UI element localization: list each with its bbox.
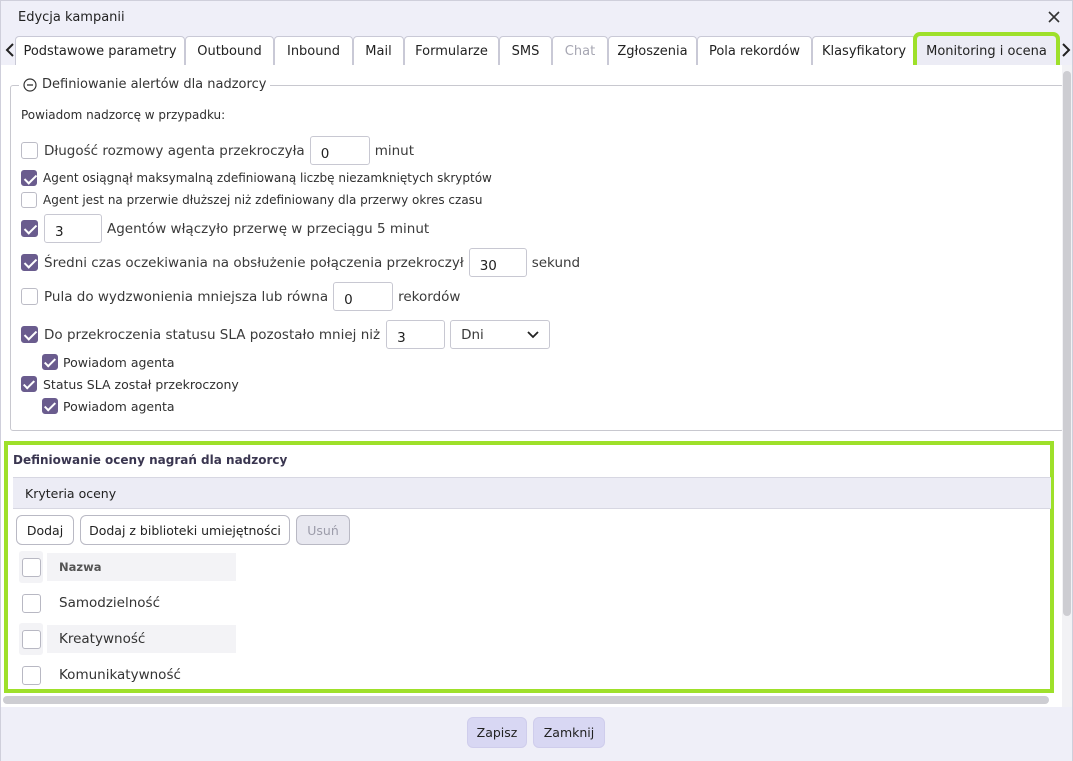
table-row[interactable]: Komunikatywność (19, 659, 236, 691)
row-checkbox-cell (19, 623, 43, 655)
criteria-header-label: Kryteria oceny (25, 486, 117, 501)
sla-exceeded-notify-label: Powiadom agenta (63, 398, 175, 414)
sla-unit-select[interactable]: Dni (450, 320, 551, 349)
row-checkbox-cell (19, 659, 43, 691)
tab-chat[interactable]: Chat (552, 36, 608, 65)
save-button[interactable]: Zapisz (467, 717, 527, 748)
sla-remaining-input[interactable] (386, 320, 446, 349)
tab-forms[interactable]: Formularze (404, 36, 499, 65)
grid-header-row: Nazwa (19, 551, 236, 583)
break-too-long-label: Agent jest na przerwie dłuższej niż zdef… (43, 193, 483, 207)
remove-button[interactable]: Usuń (296, 515, 350, 545)
row-checkbox[interactable] (21, 629, 41, 649)
sla-remaining-checkbox[interactable] (21, 326, 38, 343)
alert-sla-remaining: Do przekroczenia statusu SLA pozostało m… (21, 320, 551, 349)
pool-low-unit: rekordów (398, 288, 461, 305)
max-scripts-label: Agent osiągnął maksymalną zdefiniowaną l… (43, 171, 492, 185)
close-icon[interactable] (1044, 7, 1064, 27)
alert-call-length: Długość rozmowy agenta przekroczyła minu… (21, 136, 414, 165)
rating-section-title: Definiowanie oceny nagrań dla nadzorcy (13, 453, 288, 467)
sla-remaining-label: Do przekroczenia statusu SLA pozostało m… (44, 326, 381, 343)
tab-mail[interactable]: Mail (353, 36, 404, 65)
chevron-right-icon[interactable] (1059, 40, 1073, 60)
tab-tickets[interactable]: Zgłoszenia (608, 36, 697, 65)
vertical-scrollbar-thumb[interactable] (1063, 71, 1071, 616)
criteria-header: Kryteria oceny (13, 477, 1051, 509)
dialog-title: Edycja kampanii (18, 10, 125, 25)
horizontal-scrollbar-thumb[interactable] (3, 696, 1049, 704)
dialog-titlebar: Edycja kampanii (1, 1, 1072, 35)
agents-on-break-input[interactable] (44, 214, 102, 243)
table-row[interactable]: Kreatywność (19, 623, 236, 655)
tab-content: Definiowanie alertów dla nadzorcy Powiad… (1, 65, 1072, 707)
pool-low-input[interactable] (333, 282, 394, 311)
grid-header-checkbox-cell (19, 551, 43, 583)
alert-max-scripts: Agent osiągnął maksymalną zdefiniowaną l… (21, 170, 492, 186)
sla-exceeded-notify-checkbox[interactable] (42, 398, 58, 414)
select-all-checkbox[interactable] (21, 557, 41, 577)
sla-exceeded-checkbox[interactable] (21, 376, 37, 392)
tab-classifiers[interactable]: Klasyfikatory (812, 36, 916, 65)
alerts-intro: Powiadom nadzorcę w przypadku: (21, 108, 225, 122)
call-length-checkbox[interactable] (21, 142, 38, 159)
alerts-intro-text: Powiadom nadzorcę w przypadku: (21, 108, 226, 122)
tab-sms[interactable]: SMS (499, 36, 552, 65)
row-checkbox-cell (19, 587, 43, 619)
break-too-long-checkbox[interactable] (21, 192, 37, 208)
avg-wait-input[interactable] (468, 248, 527, 277)
alerts-legend-label: Definiowanie alertów dla nadzorcy (42, 77, 267, 92)
tab-basic-parameters[interactable]: Podstawowe parametry (15, 36, 185, 65)
sla-exceeded-label: Status SLA został przekroczony (43, 376, 239, 392)
call-length-label: Długość rozmowy agenta przekroczyła (44, 142, 305, 159)
tab-outbound[interactable]: Outbound (185, 36, 274, 65)
tab-record-fields[interactable]: Pola rekordów (697, 36, 812, 65)
avg-wait-unit: sekund (531, 254, 581, 271)
avg-wait-checkbox[interactable] (21, 254, 38, 271)
table-row[interactable]: Samodzielność (19, 587, 236, 619)
alert-pool-low: Pula do wydzwonienia mniejsza lub równa … (21, 282, 460, 311)
tab-inbound[interactable]: Inbound (274, 36, 353, 65)
sla-remaining-notify-checkbox[interactable] (42, 354, 58, 370)
pool-low-checkbox[interactable] (21, 288, 38, 305)
agents-on-break-label: Agentów włączyło przerwę w przeciągu 5 m… (107, 220, 430, 237)
recording-rating-section: Definiowanie oceny nagrań dla nadzorcy K… (4, 441, 1054, 693)
tab-bar: Podstawowe parametry Outbound Inbound Ma… (1, 32, 1073, 69)
campaign-edit-dialog: Edycja kampanii Podstawowe parametry Out… (0, 0, 1073, 761)
tab-monitoring-and-rating[interactable]: Monitoring i ocena (913, 32, 1060, 69)
grid-header-name[interactable]: Nazwa (47, 553, 236, 581)
alert-break-too-long: Agent jest na przerwie dłuższej niż zdef… (21, 192, 483, 208)
row-name: Komunikatywność (59, 667, 181, 683)
alert-sla-exceeded: Status SLA został przekroczony (21, 376, 239, 392)
add-button[interactable]: Dodaj (16, 515, 74, 545)
agents-on-break-checkbox[interactable] (21, 220, 38, 237)
sla-remaining-notify-label: Powiadom agenta (63, 354, 175, 370)
alert-sla-remaining-notify: Powiadom agenta (42, 354, 175, 370)
max-scripts-checkbox[interactable] (21, 170, 37, 186)
dialog-footer: Zapisz Zamknij (1, 707, 1072, 761)
row-name: Kreatywność (47, 625, 236, 653)
alert-sla-exceeded-notify: Powiadom agenta (42, 398, 175, 414)
alerts-legend: Definiowanie alertów dla nadzorcy (19, 77, 271, 92)
call-length-input[interactable] (309, 136, 370, 165)
chevron-down-icon (527, 330, 539, 338)
close-button[interactable]: Zamknij (533, 717, 605, 748)
pool-low-label: Pula do wydzwonienia mniejsza lub równa (44, 288, 329, 305)
row-checkbox[interactable] (21, 665, 41, 685)
collapse-icon[interactable] (23, 77, 37, 92)
alert-avg-wait: Średni czas oczekiwania na obsłużenie po… (21, 248, 580, 277)
row-checkbox[interactable] (21, 593, 41, 613)
avg-wait-label: Średni czas oczekiwania na obsłużenie po… (44, 254, 464, 271)
alert-agents-on-break: Agentów włączyło przerwę w przeciągu 5 m… (21, 214, 429, 243)
row-name: Samodzielność (59, 595, 160, 611)
sla-unit-select-value: Dni (461, 326, 484, 343)
call-length-unit: minut (374, 142, 415, 159)
add-from-library-button[interactable]: Dodaj z biblioteki umiejętności (80, 515, 290, 545)
